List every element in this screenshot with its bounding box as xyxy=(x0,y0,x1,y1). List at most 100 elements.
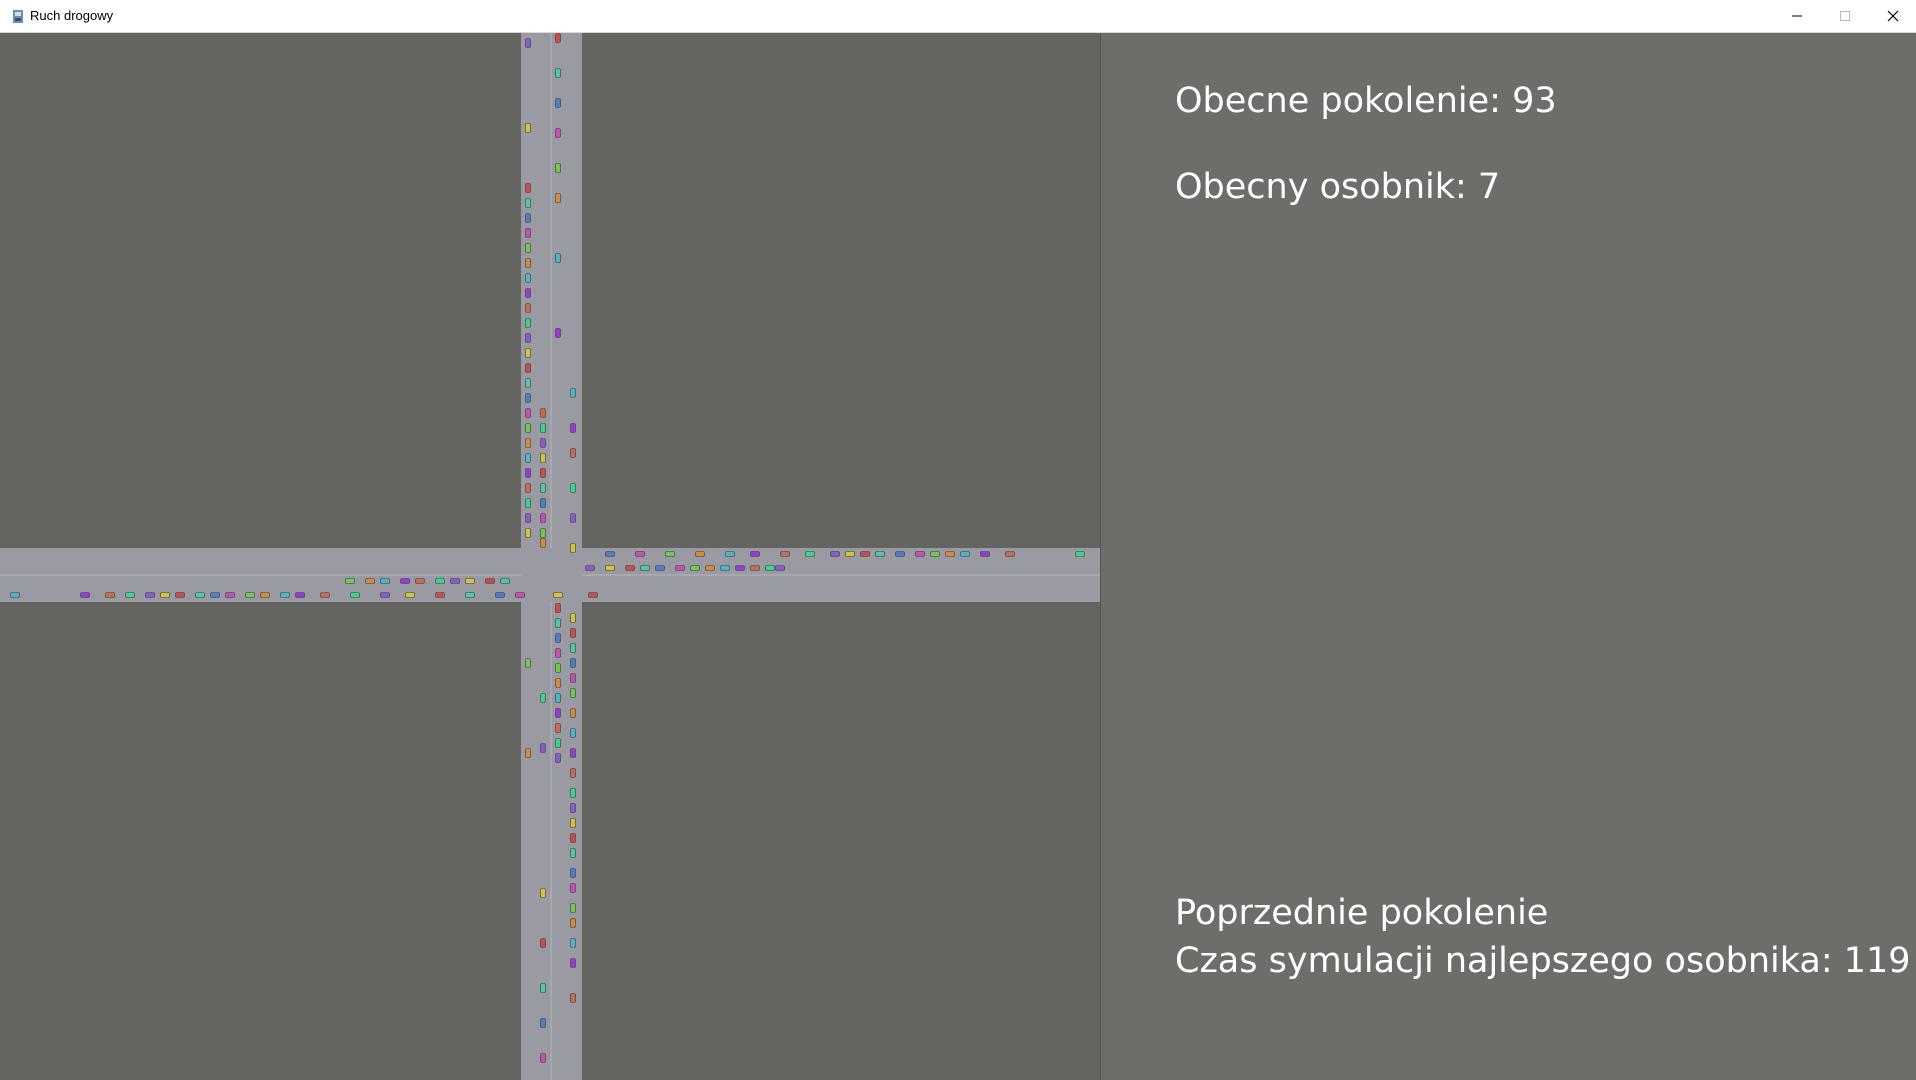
car xyxy=(540,468,546,478)
car xyxy=(570,818,576,828)
car xyxy=(750,565,760,571)
car xyxy=(570,658,576,668)
car xyxy=(915,551,925,557)
car xyxy=(570,388,576,398)
car xyxy=(570,868,576,878)
car xyxy=(525,393,531,403)
best-individual-time-label: Czas symulacji najlepszego osobnika: 119… xyxy=(1175,941,1916,981)
car xyxy=(525,38,531,48)
car xyxy=(10,592,20,598)
car xyxy=(570,958,576,968)
car xyxy=(540,513,546,523)
car xyxy=(675,565,685,571)
car xyxy=(80,592,90,598)
car xyxy=(570,688,576,698)
minimize-button[interactable] xyxy=(1774,0,1820,32)
car xyxy=(160,592,170,598)
car xyxy=(705,565,715,571)
car xyxy=(665,551,675,557)
car xyxy=(980,551,990,557)
car xyxy=(540,743,546,753)
car xyxy=(895,551,905,557)
car xyxy=(525,288,531,298)
car xyxy=(280,592,290,598)
car xyxy=(553,592,563,598)
car xyxy=(555,693,561,703)
car xyxy=(570,938,576,948)
car xyxy=(775,565,785,571)
car xyxy=(525,243,531,253)
car xyxy=(570,883,576,893)
current-individual-label: Obecny osobnik: 7 xyxy=(1175,167,1501,207)
car xyxy=(555,663,561,673)
car xyxy=(945,551,955,557)
car xyxy=(525,423,531,433)
car xyxy=(780,551,790,557)
car xyxy=(570,903,576,913)
car xyxy=(450,578,460,584)
car xyxy=(525,123,531,133)
car xyxy=(555,633,561,643)
car xyxy=(555,193,561,203)
car xyxy=(525,748,531,758)
car xyxy=(245,592,255,598)
car xyxy=(570,673,576,683)
car xyxy=(525,258,531,268)
maximize-button[interactable] xyxy=(1822,0,1868,32)
car xyxy=(555,738,561,748)
window-title: Ruch drogowy xyxy=(30,8,114,23)
car xyxy=(625,565,635,571)
car xyxy=(525,483,531,493)
car xyxy=(540,453,546,463)
car xyxy=(570,728,576,738)
simulation-canvas xyxy=(0,33,1100,1080)
car xyxy=(570,448,576,458)
car xyxy=(540,498,546,508)
car xyxy=(570,613,576,623)
car xyxy=(525,213,531,223)
car xyxy=(555,678,561,688)
intersection-map xyxy=(0,33,1100,1080)
car xyxy=(380,592,390,598)
car xyxy=(145,592,155,598)
car xyxy=(405,592,415,598)
car xyxy=(555,68,561,78)
car xyxy=(555,163,561,173)
car xyxy=(525,498,531,508)
car xyxy=(570,483,576,493)
car xyxy=(805,551,815,557)
car xyxy=(875,551,885,557)
car xyxy=(570,768,576,778)
car xyxy=(380,578,390,584)
car xyxy=(585,565,595,571)
car xyxy=(555,753,561,763)
car xyxy=(540,983,546,993)
current-generation-label: Obecne pokolenie: 93 xyxy=(1175,81,1557,121)
car xyxy=(465,592,475,598)
car xyxy=(495,592,505,598)
car xyxy=(525,453,531,463)
car xyxy=(515,592,525,598)
car xyxy=(105,592,115,598)
car xyxy=(540,483,546,493)
car xyxy=(690,565,700,571)
car xyxy=(1005,551,1015,557)
previous-generation-heading: Poprzednie pokolenie xyxy=(1175,893,1549,933)
info-panel: Obecne pokolenie: 93 Obecny osobnik: 7 P… xyxy=(1100,33,1916,1080)
car xyxy=(930,551,940,557)
car xyxy=(555,708,561,718)
car xyxy=(225,592,235,598)
car xyxy=(320,592,330,598)
car xyxy=(540,528,546,538)
car xyxy=(570,803,576,813)
car xyxy=(605,565,615,571)
car xyxy=(640,565,650,571)
car xyxy=(720,565,730,571)
car xyxy=(570,543,576,553)
car xyxy=(525,378,531,388)
car xyxy=(525,198,531,208)
car xyxy=(210,592,220,598)
car xyxy=(570,748,576,758)
car xyxy=(570,918,576,928)
close-button[interactable] xyxy=(1870,0,1916,32)
